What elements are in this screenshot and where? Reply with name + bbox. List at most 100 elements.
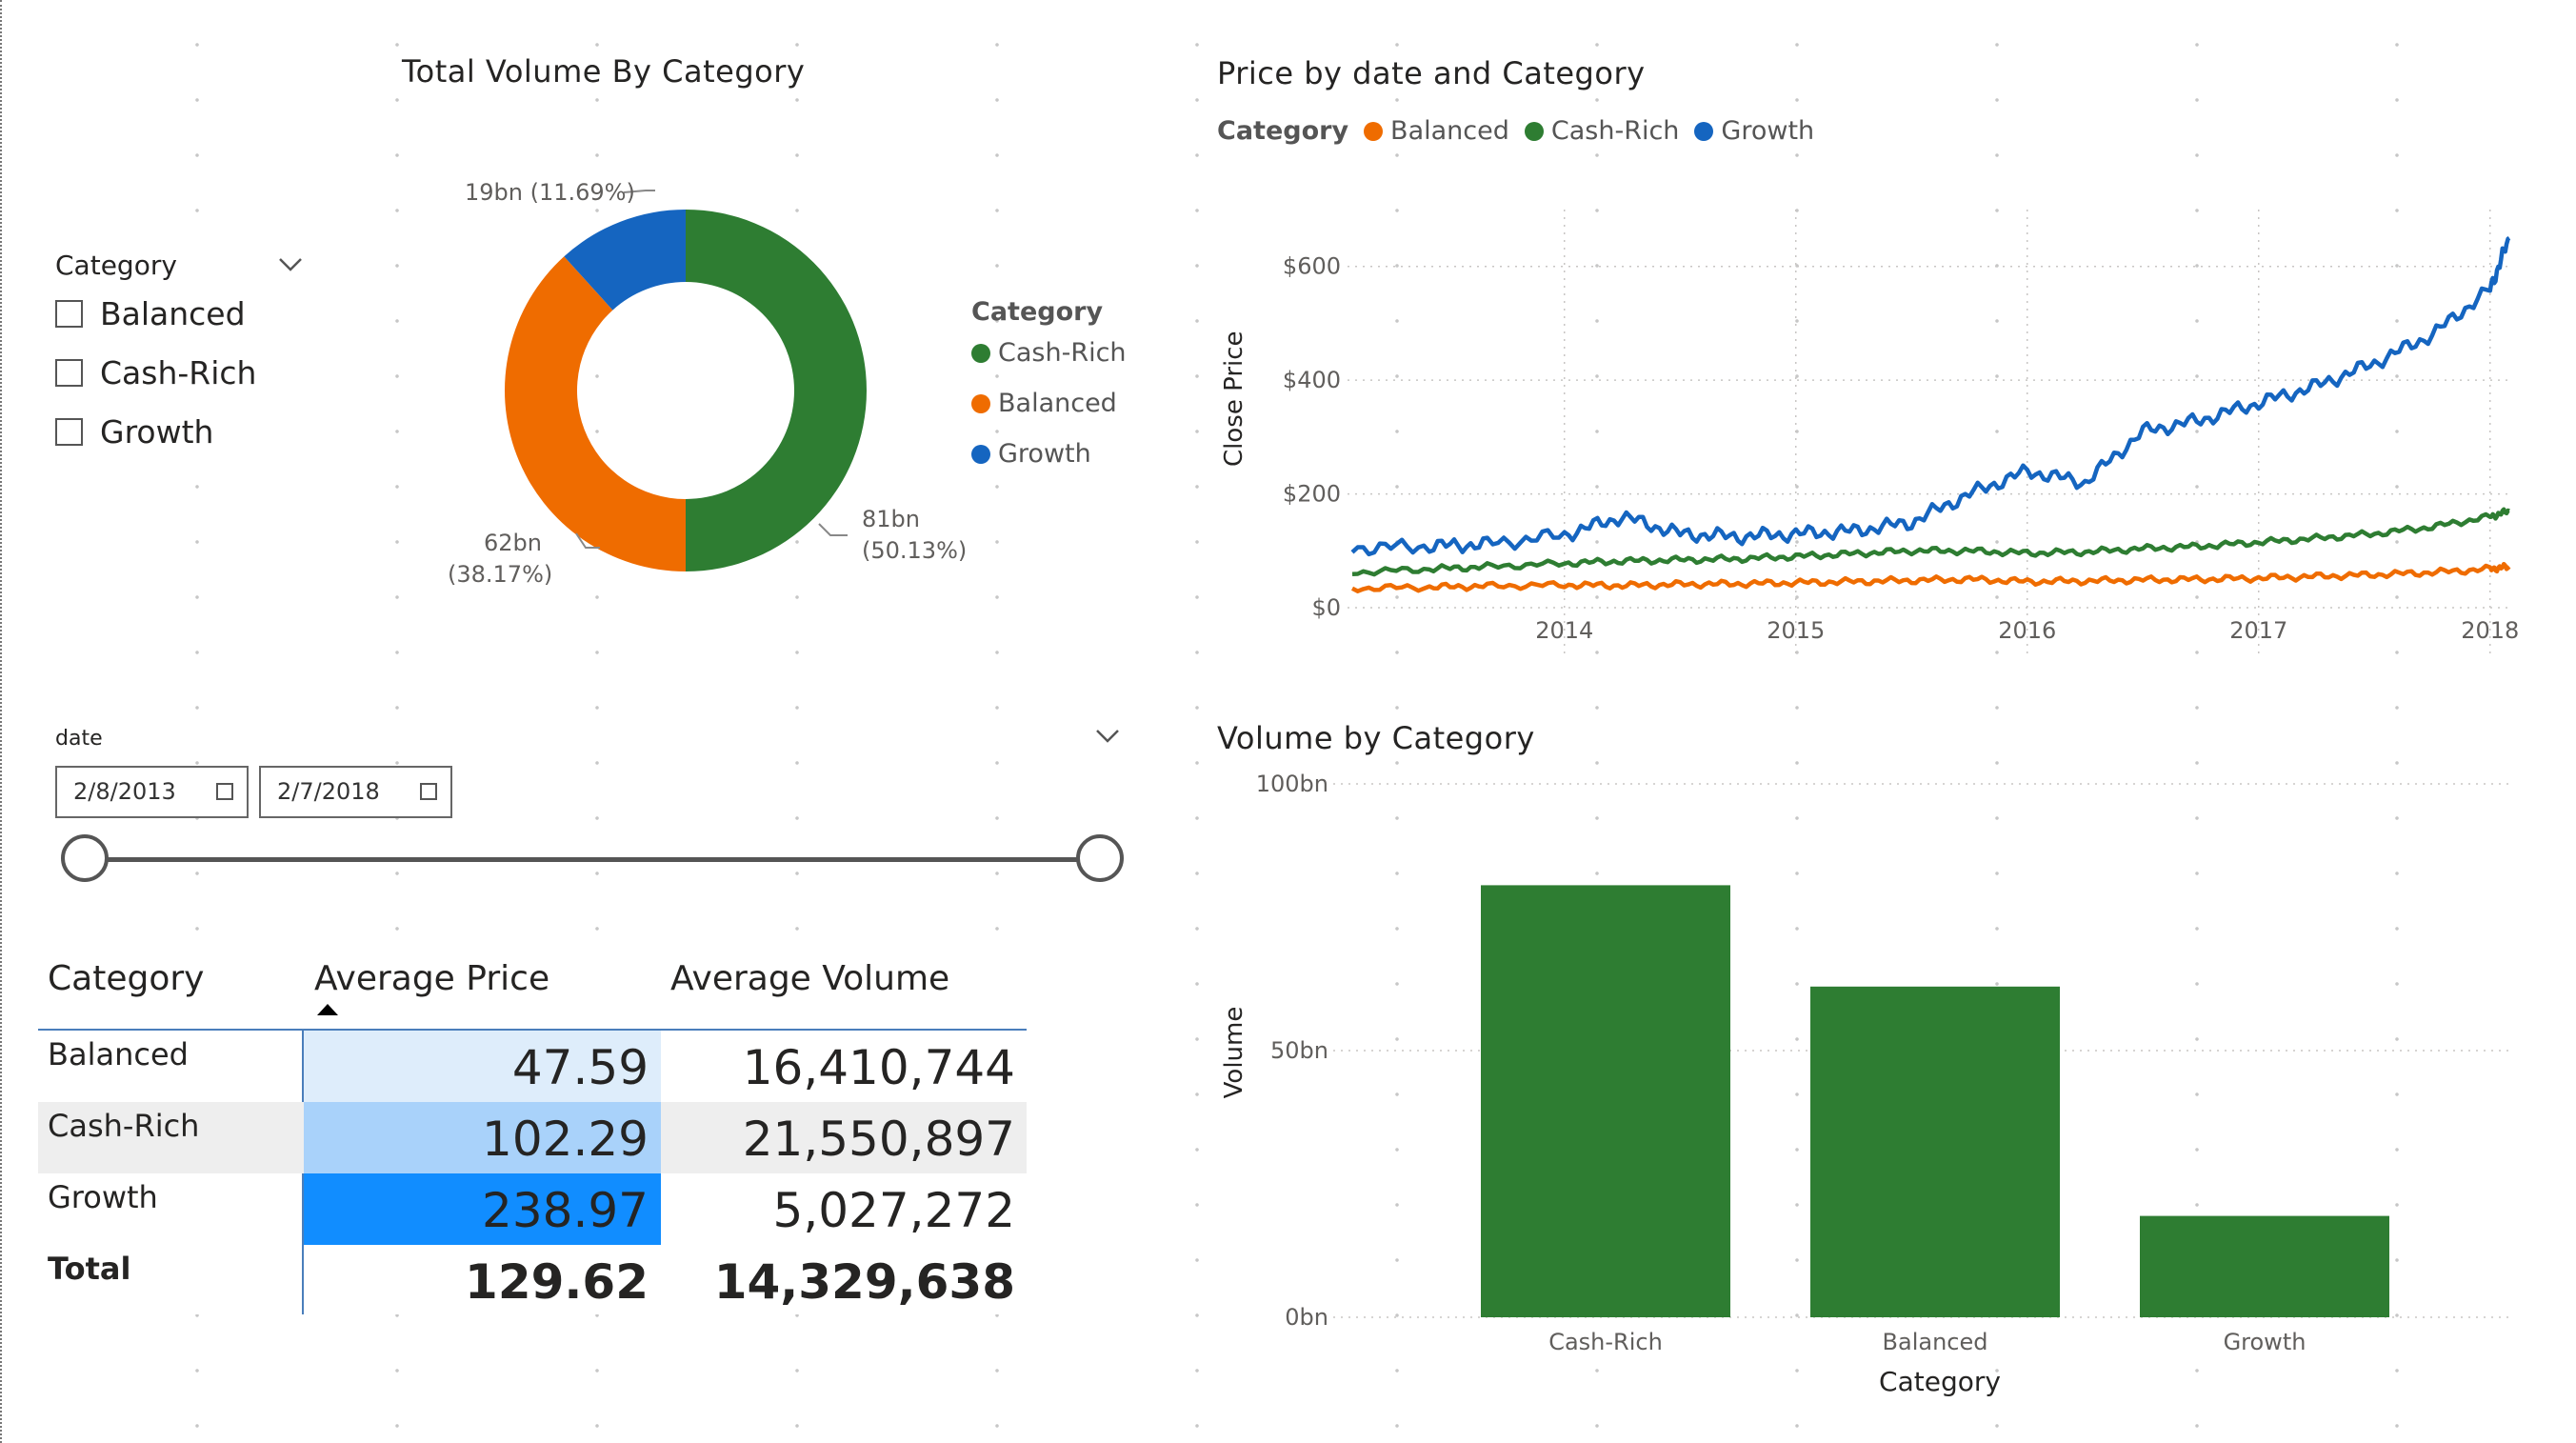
table-header-row: Category Average Price Average Volume: [38, 957, 1027, 1031]
y-tick-label: $0: [1311, 594, 1341, 621]
legend-label: Growth: [998, 439, 1091, 469]
row-price: 238.97: [482, 1183, 649, 1238]
chevron-down-icon[interactable]: [1095, 729, 1120, 744]
donut-label-balanced-value: 62bn: [484, 530, 542, 556]
donut-label-cashrich-value: 81bn: [862, 506, 920, 532]
donut-slice-balanced: [504, 256, 686, 571]
line-chart-title: Price by date and Category: [1217, 55, 1646, 91]
bar-chart-xlabel: Category: [1879, 1366, 2001, 1397]
start-date-value: 2/8/2013: [73, 778, 176, 805]
end-date-input[interactable]: 2/7/2018: [259, 766, 452, 818]
legend-label: Cash-Rich: [1550, 116, 1680, 146]
table-header-category[interactable]: Category: [48, 959, 204, 998]
legend-item-balanced[interactable]: Balanced: [1364, 116, 1509, 146]
legend-dot: [971, 343, 990, 363]
slicer-option-label: Growth: [100, 412, 214, 451]
total-price: 129.62: [465, 1254, 649, 1310]
legend-label: Balanced: [1390, 116, 1509, 146]
total-label: Total: [48, 1251, 131, 1287]
y-tick-label: $600: [1283, 253, 1341, 280]
donut-legend: Category Cash-Rich Balanced Growth: [971, 297, 1127, 469]
line-chart: $0 $200 $400 $600 2014 2015 2016 2017 2018 Close…: [1220, 210, 2519, 655]
row-price: 102.29: [482, 1112, 649, 1167]
calendar-icon[interactable]: [420, 783, 437, 800]
x-tick-label: 2016: [1998, 617, 2056, 644]
row-price: 47.59: [511, 1040, 649, 1095]
legend-dot: [1694, 121, 1714, 141]
legend-item-growth[interactable]: Growth: [971, 439, 1127, 469]
slicer-header: Category: [55, 249, 177, 281]
chevron-down-icon[interactable]: [278, 257, 303, 272]
row-volume: 5,027,272: [772, 1183, 1015, 1238]
bar-balanced: [1810, 986, 2060, 1317]
canvas-left-border: [0, 0, 7, 1443]
x-tick-label: Growth: [2224, 1329, 2306, 1355]
line-series-growth: [1350, 236, 2511, 557]
line-legend-title: Category: [1217, 116, 1349, 146]
calendar-icon[interactable]: [216, 783, 233, 800]
bar-growth: [2140, 1215, 2389, 1317]
donut-label-balanced-pct: (38.17%): [448, 561, 552, 588]
table-row[interactable]: Cash-Rich 102.29 21,550,897: [38, 1102, 1027, 1173]
legend-dot: [1524, 121, 1544, 141]
bar-cash-rich: [1481, 885, 1730, 1317]
slicer-option-balanced[interactable]: Balanced: [55, 284, 303, 343]
x-tick-label: 2017: [2229, 617, 2287, 644]
legend-dot: [971, 444, 990, 464]
date-range-track[interactable]: [86, 857, 1100, 862]
table-row[interactable]: Balanced 47.59 16,410,744: [38, 1031, 1027, 1102]
legend-label: Cash-Rich: [998, 338, 1127, 368]
row-category: Growth: [48, 1179, 158, 1215]
row-category: Balanced: [48, 1036, 189, 1072]
line-series-balanced: [1350, 561, 2511, 593]
table-total-row: Total 129.62 14,329,638: [38, 1245, 1027, 1316]
table-row[interactable]: Growth 238.97 5,027,272: [38, 1173, 1027, 1245]
slicer-option-label: Balanced: [100, 294, 246, 332]
x-tick-label: Cash-Rich: [1548, 1329, 1663, 1355]
legend-label: Balanced: [998, 389, 1117, 418]
end-date-value: 2/7/2018: [277, 778, 380, 805]
legend-label: Growth: [1721, 116, 1815, 146]
legend-item-cash-rich[interactable]: Cash-Rich: [1524, 116, 1680, 146]
x-tick-label: 2015: [1767, 617, 1825, 644]
row-volume: 21,550,897: [742, 1112, 1015, 1167]
total-volume: 14,329,638: [713, 1254, 1015, 1310]
table-header-average-price[interactable]: Average Price: [314, 959, 549, 998]
checkbox[interactable]: [55, 358, 83, 387]
y-tick-label: $400: [1283, 367, 1341, 393]
donut-legend-title: Category: [971, 297, 1104, 327]
y-tick-label: 50bn: [1270, 1037, 1328, 1064]
start-date-input[interactable]: 2/8/2013: [55, 766, 249, 818]
x-tick-label: 2018: [2461, 617, 2519, 644]
line-series-cash-rich: [1351, 507, 2510, 577]
checkbox[interactable]: [55, 417, 83, 446]
legend-item-growth[interactable]: Growth: [1694, 116, 1814, 146]
donut-label-growth: 19bn (11.69%): [465, 179, 635, 206]
legend-dot: [1364, 121, 1384, 141]
x-tick-label: Balanced: [1883, 1329, 1988, 1355]
slicer-option-label: Cash-Rich: [100, 353, 257, 391]
donut-slice-cash-rich: [686, 210, 867, 571]
date-range-end-handle[interactable]: [1076, 834, 1124, 882]
donut-chart: 19bn (11.69%) 62bn (38.17%) 81bn (50.13%…: [448, 179, 967, 588]
donut-title: Total Volume By Category: [402, 53, 806, 90]
summary-table: Category Average Price Average Volume Ba…: [38, 957, 1027, 1314]
date-slicer-label: date: [55, 727, 103, 751]
checkbox[interactable]: [55, 299, 83, 328]
bar-chart: 0bn 50bn 100bn Cash-Rich Balanced Growth Volu…: [1220, 771, 2514, 1397]
slicer-option-growth[interactable]: Growth: [55, 402, 303, 461]
legend-item-balanced[interactable]: Balanced: [971, 389, 1127, 418]
row-volume: 16,410,744: [742, 1040, 1015, 1095]
table-header-average-volume[interactable]: Average Volume: [670, 959, 949, 998]
y-tick-label: 100bn: [1256, 771, 1328, 797]
sort-ascending-icon[interactable]: [316, 1003, 339, 1016]
slicer-option-cash-rich[interactable]: Cash-Rich: [55, 343, 303, 402]
category-slicer: Category Balanced Cash-Rich Growth: [55, 246, 303, 461]
x-tick-label: 2014: [1535, 617, 1593, 644]
date-range-start-handle[interactable]: [61, 834, 109, 882]
bar-chart-title: Volume by Category: [1217, 720, 1535, 756]
donut-label-cashrich-pct: (50.13%): [862, 537, 967, 564]
line-chart-ylabel: Close Price: [1220, 331, 1248, 467]
y-tick-label: 0bn: [1285, 1304, 1328, 1331]
legend-item-cash-rich[interactable]: Cash-Rich: [971, 338, 1127, 368]
